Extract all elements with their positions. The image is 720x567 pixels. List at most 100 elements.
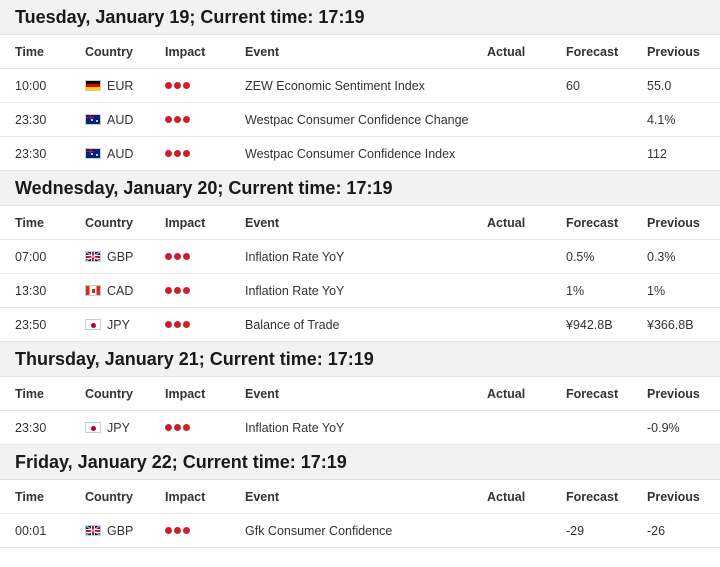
column-header-previous: Previous	[647, 386, 700, 401]
event-row[interactable]: 23:50 JPY Balance of Trade ¥942.8B ¥366.8B	[0, 308, 720, 342]
cad-flag-icon	[85, 285, 101, 296]
column-header-country: Country	[85, 215, 133, 230]
event-previous: -0.9%	[647, 420, 680, 435]
column-header-forecast: Forecast	[566, 386, 619, 401]
event-event[interactable]: Inflation Rate YoY	[245, 284, 344, 298]
jpy-flag-icon	[85, 422, 101, 433]
impact-indicator	[165, 321, 192, 328]
impact-dot-icon	[165, 527, 172, 534]
impact-dot-icon	[183, 253, 190, 260]
column-header-forecast: Forecast	[566, 489, 619, 504]
column-header-forecast: Forecast	[566, 215, 619, 230]
event-country: AUD	[85, 147, 133, 161]
event-event[interactable]: Westpac Consumer Confidence Index	[245, 147, 455, 161]
impact-indicator	[165, 287, 192, 294]
event-row[interactable]: 07:00 GBP Inflation Rate YoY 0.5% 0.3%	[0, 240, 720, 274]
impact-dot-icon	[165, 424, 172, 431]
column-header-row: Time Country Impact Event Actual Forecast Prev…	[0, 35, 720, 69]
impact-dot-icon	[183, 82, 190, 89]
event-forecast: 1%	[566, 283, 585, 298]
aud-flag-icon	[85, 114, 101, 125]
event-previous: 112	[647, 146, 667, 161]
event-time: 00:01	[15, 523, 47, 538]
event-country: GBP	[85, 250, 133, 264]
gbp-flag-icon	[85, 251, 101, 262]
column-header-country: Country	[85, 489, 133, 504]
country-code: GBP	[107, 249, 134, 264]
column-header-event: Event	[245, 44, 280, 59]
event-row[interactable]: 10:00 EUR ZEW Economic Sentiment Index 60 55…	[0, 69, 720, 103]
column-header-time: Time	[15, 215, 44, 230]
gbp-flag-icon	[85, 525, 101, 536]
country-code: EUR	[107, 78, 134, 93]
column-header-previous: Previous	[647, 489, 700, 504]
event-country: JPY	[85, 318, 130, 332]
event-time: 10:00	[15, 78, 47, 93]
column-header-previous: Previous	[647, 215, 700, 230]
event-time: 23:30	[15, 112, 47, 127]
column-header-impact: Impact	[165, 489, 206, 504]
event-event[interactable]: Westpac Consumer Confidence Change	[245, 113, 469, 127]
impact-dot-icon	[174, 287, 181, 294]
country-code: JPY	[107, 317, 130, 332]
day-header: Wednesday, January 20; Current time: 17:…	[0, 171, 720, 206]
event-previous: 0.3%	[647, 249, 676, 264]
event-country: CAD	[85, 284, 133, 298]
aud-flag-icon	[85, 148, 101, 159]
eur-flag-icon	[85, 80, 101, 91]
event-time: 23:30	[15, 146, 47, 161]
column-header-actual: Actual	[487, 489, 526, 504]
column-header-country: Country	[85, 386, 133, 401]
impact-dot-icon	[165, 150, 172, 157]
impact-indicator	[165, 527, 192, 534]
impact-dot-icon	[183, 527, 190, 534]
day-header: Tuesday, January 19; Current time: 17:19	[0, 0, 720, 35]
column-header-time: Time	[15, 44, 44, 59]
event-forecast: ¥942.8B	[566, 317, 613, 332]
column-header-impact: Impact	[165, 44, 206, 59]
impact-dot-icon	[174, 253, 181, 260]
country-code: AUD	[107, 146, 134, 161]
impact-dot-icon	[174, 424, 181, 431]
column-header-actual: Actual	[487, 215, 526, 230]
event-country: JPY	[85, 421, 130, 435]
event-event[interactable]: Inflation Rate YoY	[245, 250, 344, 264]
event-row[interactable]: 23:30 AUD Westpac Consumer Confidence Inde…	[0, 137, 720, 171]
event-time: 23:30	[15, 420, 47, 435]
jpy-flag-icon	[85, 319, 101, 330]
country-code: CAD	[107, 283, 134, 298]
event-event[interactable]: Inflation Rate YoY	[245, 421, 344, 435]
column-header-event: Event	[245, 489, 280, 504]
economic-calendar: Tuesday, January 19; Current time: 17:19…	[0, 0, 720, 548]
impact-dot-icon	[174, 150, 181, 157]
event-row[interactable]: 23:30 JPY Inflation Rate YoY -0.9%	[0, 411, 720, 445]
column-header-actual: Actual	[487, 44, 526, 59]
event-event[interactable]: ZEW Economic Sentiment Index	[245, 79, 425, 93]
impact-dot-icon	[174, 321, 181, 328]
column-header-event: Event	[245, 215, 280, 230]
column-header-time: Time	[15, 489, 44, 504]
column-header-country: Country	[85, 44, 133, 59]
impact-dot-icon	[183, 116, 190, 123]
impact-dot-icon	[183, 321, 190, 328]
event-row[interactable]: 23:30 AUD Westpac Consumer Confidence Chan…	[0, 103, 720, 137]
impact-dot-icon	[165, 116, 172, 123]
impact-dot-icon	[174, 82, 181, 89]
impact-dot-icon	[165, 321, 172, 328]
country-code: GBP	[107, 523, 134, 538]
event-row[interactable]: 13:30 CAD Inflation Rate YoY 1% 1%	[0, 274, 720, 308]
column-header-row: Time Country Impact Event Actual Forecast Prev…	[0, 480, 720, 514]
event-event[interactable]: Gfk Consumer Confidence	[245, 524, 392, 538]
event-country: EUR	[85, 79, 133, 93]
event-event[interactable]: Balance of Trade	[245, 318, 340, 332]
event-previous: 4.1%	[647, 112, 676, 127]
impact-indicator	[165, 150, 192, 157]
event-country: GBP	[85, 524, 133, 538]
impact-dot-icon	[165, 82, 172, 89]
event-previous: ¥366.8B	[647, 317, 694, 332]
event-row[interactable]: 00:01 GBP Gfk Consumer Confidence -29 -26	[0, 514, 720, 548]
column-header-event: Event	[245, 386, 280, 401]
column-header-impact: Impact	[165, 386, 206, 401]
impact-indicator	[165, 253, 192, 260]
day-header: Thursday, January 21; Current time: 17:1…	[0, 342, 720, 377]
